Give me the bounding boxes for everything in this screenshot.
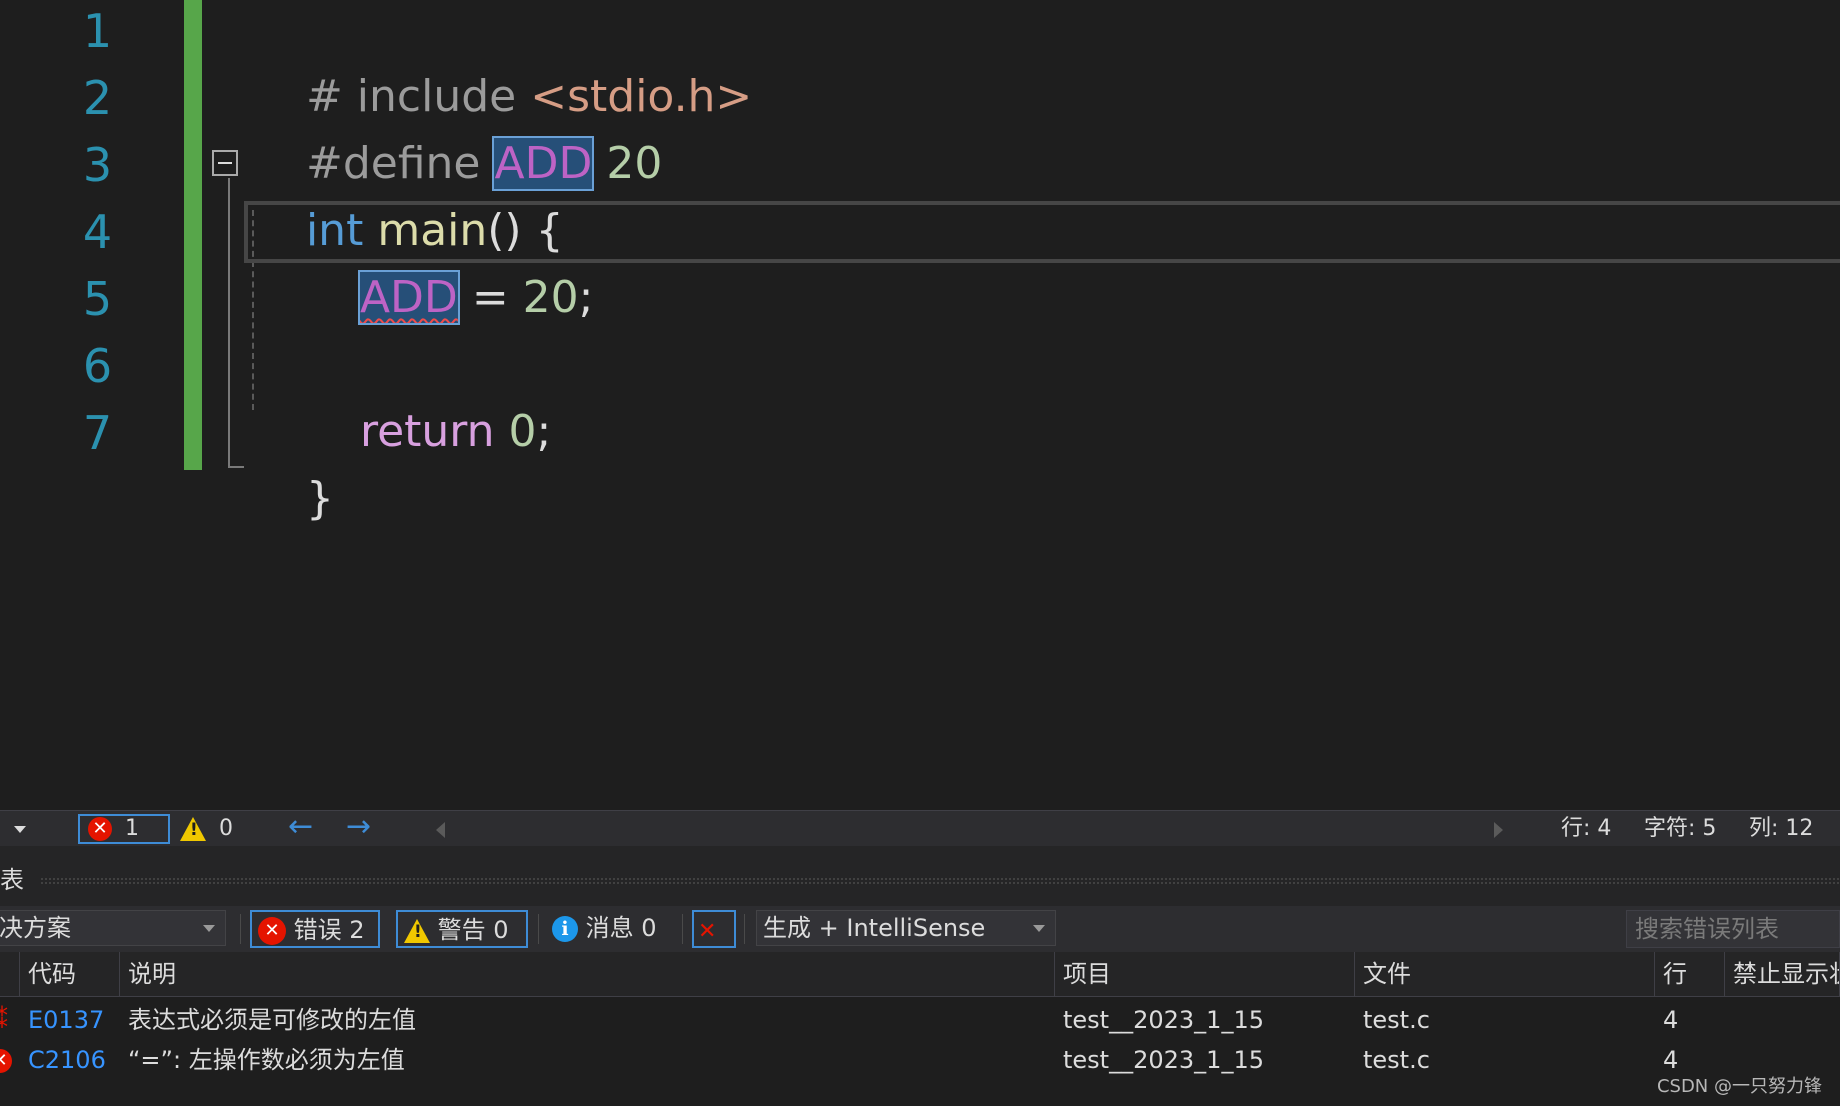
build-source-value: 生成 + IntelliSense <box>763 914 986 942</box>
search-input[interactable]: 搜索错误列表 <box>1626 910 1840 948</box>
messages-filter-button[interactable]: i 消息 0 <box>546 910 676 948</box>
scope-dropdown[interactable]: 决方案 <box>0 910 226 946</box>
table-row[interactable]: ✕ C2106 “=”: 左操作数必须为左值 test__2023_1_15 t… <box>0 1040 1840 1080</box>
error-line: 4 <box>1663 1006 1679 1034</box>
line-number: 2 <box>82 71 113 125</box>
navigate-back-icon[interactable]: ← <box>288 809 313 845</box>
column-header-description[interactable]: 说明 <box>120 952 1055 996</box>
line-number: 5 <box>82 272 113 326</box>
return-value: 0 <box>508 406 537 457</box>
macro-value: 20 <box>592 138 663 189</box>
errors-filter-button[interactable]: ✕ 错误 2 <box>250 910 380 948</box>
table-row[interactable]: ⁑ E0137 表达式必须是可修改的左值 test__2023_1_15 tes… <box>0 1000 1840 1040</box>
code-editor[interactable]: 1 2 3 4 5 6 7 # include <stdio.h> #defin… <box>0 0 1840 810</box>
editor-status-strip: ✕ 1 0 ← → 行: 4 字符: 5 列: 12 <box>0 809 1840 847</box>
line-number: 6 <box>82 339 113 393</box>
error-project: test__2023_1_15 <box>1063 1006 1264 1034</box>
separator <box>538 914 539 944</box>
column-header-code[interactable]: 代码 <box>20 952 120 996</box>
row-error-icon-wrap: ✕ <box>0 1040 12 1080</box>
macro-usage-error: ADD <box>357 270 460 325</box>
panel-grip[interactable] <box>40 877 1840 885</box>
scroll-left-icon[interactable] <box>436 822 445 838</box>
error-icon: ✕ <box>0 1049 12 1073</box>
semicolon: ; <box>578 272 594 323</box>
cursor-char: 字符: 5 <box>1644 816 1717 841</box>
separator <box>682 914 683 944</box>
error-code-link[interactable]: C2106 <box>20 1040 106 1080</box>
column-header-line[interactable]: 行 <box>1655 952 1725 996</box>
clear-filter-button[interactable]: ✕ <box>692 910 736 948</box>
warnings-filter-button[interactable]: 警告 0 <box>396 910 528 948</box>
line-number: 7 <box>82 406 113 460</box>
navigate-forward-icon[interactable]: → <box>346 809 371 845</box>
error-table: 代码 说明 项目 文件 行 禁止显示状 ⁑ E0137 表达式必须是可修改的左值… <box>0 952 1840 1106</box>
error-description: 表达式必须是可修改的左值 <box>128 1006 416 1034</box>
change-tracking-bar <box>184 0 202 470</box>
messages-filter-label: 消息 0 <box>585 914 657 942</box>
collapse-toggle-icon[interactable] <box>212 150 238 176</box>
chevron-down-icon <box>203 925 215 932</box>
warning-icon <box>404 919 430 943</box>
error-file: test.c <box>1363 1046 1430 1074</box>
number-literal: 20 <box>522 272 579 323</box>
error-project: test__2023_1_15 <box>1063 1046 1264 1074</box>
code-line-7[interactable]: } <box>250 398 334 599</box>
warnings-filter-label: 警告 0 <box>437 916 509 944</box>
zoom-dropdown[interactable] <box>14 811 26 847</box>
line-number: 3 <box>82 138 113 192</box>
error-icon: ✕ <box>258 917 286 945</box>
fold-region-line <box>228 178 230 468</box>
build-source-dropdown[interactable]: 生成 + IntelliSense <box>756 910 1056 946</box>
error-count-group[interactable]: ✕ 1 <box>88 811 139 847</box>
chevron-down-icon <box>14 825 26 833</box>
error-list-toolbar: 决方案 ✕ 错误 2 警告 0 i 消息 0 ✕ 生成 + IntelliSen… <box>0 906 1840 952</box>
error-description: “=”: 左操作数必须为左值 <box>128 1046 405 1074</box>
filter-clear-icon: ✕ <box>698 919 717 944</box>
column-header-file[interactable]: 文件 <box>1355 952 1655 996</box>
semicolon: ; <box>536 406 552 457</box>
return-keyword: return <box>359 406 495 457</box>
row-marker-header <box>0 952 20 996</box>
watermark: CSDN @一只努力锋 <box>1656 1076 1822 1097</box>
line-number: 4 <box>82 205 113 259</box>
error-icon: ✕ <box>88 817 112 841</box>
warning-icon <box>180 817 206 841</box>
errors-filter-label: 错误 2 <box>293 916 365 944</box>
column-header-project[interactable]: 项目 <box>1055 952 1355 996</box>
scope-value: 决方案 <box>0 914 71 942</box>
warning-count: 0 <box>219 816 233 841</box>
warning-count-group[interactable]: 0 <box>180 811 233 847</box>
scroll-right-icon[interactable] <box>1494 822 1503 838</box>
error-count: 1 <box>125 816 139 841</box>
separator <box>744 914 745 944</box>
error-file: test.c <box>1363 1006 1430 1034</box>
cursor-line: 行: 4 <box>1561 816 1612 841</box>
table-header: 代码 说明 项目 文件 行 禁止显示状 <box>0 952 1840 997</box>
closing-brace: } <box>305 473 334 524</box>
chevron-down-icon <box>1033 925 1045 932</box>
assign-operator: = <box>457 272 523 323</box>
separator <box>240 914 241 944</box>
cursor-column: 列: 12 <box>1749 816 1814 841</box>
line-number: 1 <box>82 4 113 58</box>
column-header-suppression[interactable]: 禁止显示状 <box>1725 952 1840 996</box>
error-suppression <box>1725 1000 1733 1040</box>
intellisense-error-icon: ⁑ <box>0 1000 8 1040</box>
error-code-link[interactable]: E0137 <box>20 1000 104 1040</box>
fold-region-end <box>228 466 244 468</box>
code-line-6[interactable]: return 0; <box>304 331 551 532</box>
info-icon: i <box>552 916 578 942</box>
